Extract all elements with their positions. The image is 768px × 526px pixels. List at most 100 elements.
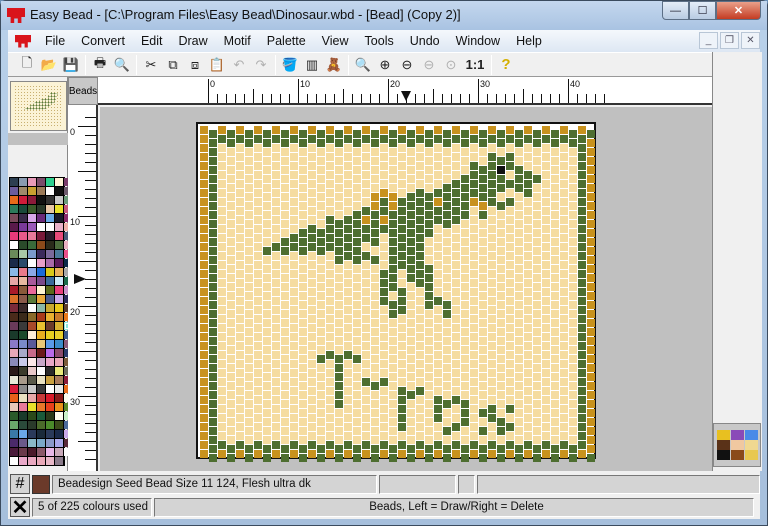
bead-cell[interactable] bbox=[299, 166, 307, 174]
bead-cell[interactable] bbox=[587, 184, 595, 192]
bead-cell[interactable] bbox=[362, 270, 370, 278]
bead-cell[interactable] bbox=[263, 427, 271, 435]
bead-cell[interactable] bbox=[452, 333, 460, 341]
bead-cell[interactable] bbox=[353, 301, 361, 309]
bead-cell[interactable] bbox=[272, 171, 280, 179]
palette-swatch[interactable] bbox=[37, 340, 45, 348]
bead-cell[interactable] bbox=[344, 279, 352, 287]
bead-cell[interactable] bbox=[263, 373, 271, 381]
bead-cell[interactable] bbox=[515, 319, 523, 327]
bead-cell[interactable] bbox=[254, 153, 262, 161]
delete-mode-icon[interactable]: ✕ bbox=[10, 497, 30, 519]
design-canvas-area[interactable] bbox=[100, 107, 712, 471]
bead-cell[interactable] bbox=[587, 193, 595, 201]
bead-cell[interactable] bbox=[227, 256, 235, 264]
bead-cell[interactable] bbox=[578, 315, 586, 323]
bead-cell[interactable] bbox=[209, 139, 217, 147]
palette-swatch[interactable] bbox=[19, 457, 27, 465]
bead-cell[interactable] bbox=[578, 243, 586, 251]
bead-cell[interactable] bbox=[281, 337, 289, 345]
bead-cell[interactable] bbox=[236, 432, 244, 440]
bead-cell[interactable] bbox=[209, 319, 217, 327]
bead-cell[interactable] bbox=[551, 175, 559, 183]
palette-swatch[interactable] bbox=[10, 457, 18, 465]
bead-cell[interactable] bbox=[479, 166, 487, 174]
bead-cell[interactable] bbox=[308, 405, 316, 413]
bead-cell[interactable] bbox=[209, 346, 217, 354]
bead-cell[interactable] bbox=[227, 148, 235, 156]
bead-cell[interactable] bbox=[380, 234, 388, 242]
bead-cell[interactable] bbox=[551, 274, 559, 282]
palette-swatch[interactable] bbox=[19, 259, 27, 267]
bead-cell[interactable] bbox=[587, 148, 595, 156]
bead-cell[interactable] bbox=[362, 261, 370, 269]
bead-cell[interactable] bbox=[425, 436, 433, 444]
bead-cell[interactable] bbox=[551, 238, 559, 246]
bead-cell[interactable] bbox=[389, 193, 397, 201]
bead-cell[interactable] bbox=[443, 346, 451, 354]
palette-swatch[interactable] bbox=[55, 187, 63, 195]
bead-cell[interactable] bbox=[380, 378, 388, 386]
bead-cell[interactable] bbox=[290, 315, 298, 323]
bead-cell[interactable] bbox=[560, 351, 568, 359]
bead-cell[interactable] bbox=[569, 418, 577, 426]
bead-cell[interactable] bbox=[218, 270, 226, 278]
bead-cell[interactable] bbox=[326, 315, 334, 323]
palette-swatch[interactable] bbox=[28, 304, 36, 312]
bead-cell[interactable] bbox=[497, 175, 505, 183]
bead-cell[interactable] bbox=[470, 126, 478, 134]
palette-swatch[interactable] bbox=[10, 322, 18, 330]
bead-cell[interactable] bbox=[515, 355, 523, 363]
bead-cell[interactable] bbox=[290, 189, 298, 197]
bead-cell[interactable] bbox=[380, 144, 388, 152]
bead-cell[interactable] bbox=[461, 265, 469, 273]
bead-cell[interactable] bbox=[470, 333, 478, 341]
bead-cell[interactable] bbox=[497, 364, 505, 372]
bead-cell[interactable] bbox=[272, 333, 280, 341]
bead-cell[interactable] bbox=[281, 247, 289, 255]
bead-cell[interactable] bbox=[407, 292, 415, 300]
bead-cell[interactable] bbox=[200, 261, 208, 269]
bead-cell[interactable] bbox=[362, 360, 370, 368]
palette-swatch[interactable] bbox=[28, 268, 36, 276]
bead-cell[interactable] bbox=[272, 360, 280, 368]
bead-cell[interactable] bbox=[362, 450, 370, 458]
bead-cell[interactable] bbox=[578, 162, 586, 170]
bead-cell[interactable] bbox=[227, 139, 235, 147]
palette-swatch[interactable] bbox=[55, 457, 63, 465]
bead-cell[interactable] bbox=[290, 171, 298, 179]
bead-cell[interactable] bbox=[569, 274, 577, 282]
bead-cell[interactable] bbox=[470, 405, 478, 413]
bead-cell[interactable] bbox=[362, 297, 370, 305]
bead-cell[interactable] bbox=[254, 360, 262, 368]
bead-cell[interactable] bbox=[200, 288, 208, 296]
bead-cell[interactable] bbox=[245, 373, 253, 381]
bead-cell[interactable] bbox=[299, 292, 307, 300]
bead-cell[interactable] bbox=[335, 256, 343, 264]
bead-cell[interactable] bbox=[578, 405, 586, 413]
bead-cell[interactable] bbox=[218, 198, 226, 206]
palette-swatch[interactable] bbox=[46, 241, 54, 249]
bead-cell[interactable] bbox=[524, 198, 532, 206]
bead-cell[interactable] bbox=[254, 342, 262, 350]
bead-cell[interactable] bbox=[254, 387, 262, 395]
bead-cell[interactable] bbox=[263, 400, 271, 408]
bead-cell[interactable] bbox=[371, 445, 379, 453]
palette-swatch[interactable] bbox=[55, 421, 63, 429]
bead-cell[interactable] bbox=[200, 414, 208, 422]
bead-cell[interactable] bbox=[461, 202, 469, 210]
bead-cell[interactable] bbox=[488, 450, 496, 458]
bead-cell[interactable] bbox=[299, 130, 307, 138]
bead-cell[interactable] bbox=[218, 432, 226, 440]
palette-swatch[interactable] bbox=[37, 205, 45, 213]
bead-cell[interactable] bbox=[470, 342, 478, 350]
bead-cell[interactable] bbox=[317, 355, 325, 363]
bead-cell[interactable] bbox=[542, 324, 550, 332]
bead-cell[interactable] bbox=[425, 211, 433, 219]
bead-cell[interactable] bbox=[398, 225, 406, 233]
bead-cell[interactable] bbox=[389, 166, 397, 174]
bead-cell[interactable] bbox=[272, 252, 280, 260]
bead-cell[interactable] bbox=[218, 360, 226, 368]
bead-cell[interactable] bbox=[281, 301, 289, 309]
bead-cell[interactable] bbox=[317, 319, 325, 327]
